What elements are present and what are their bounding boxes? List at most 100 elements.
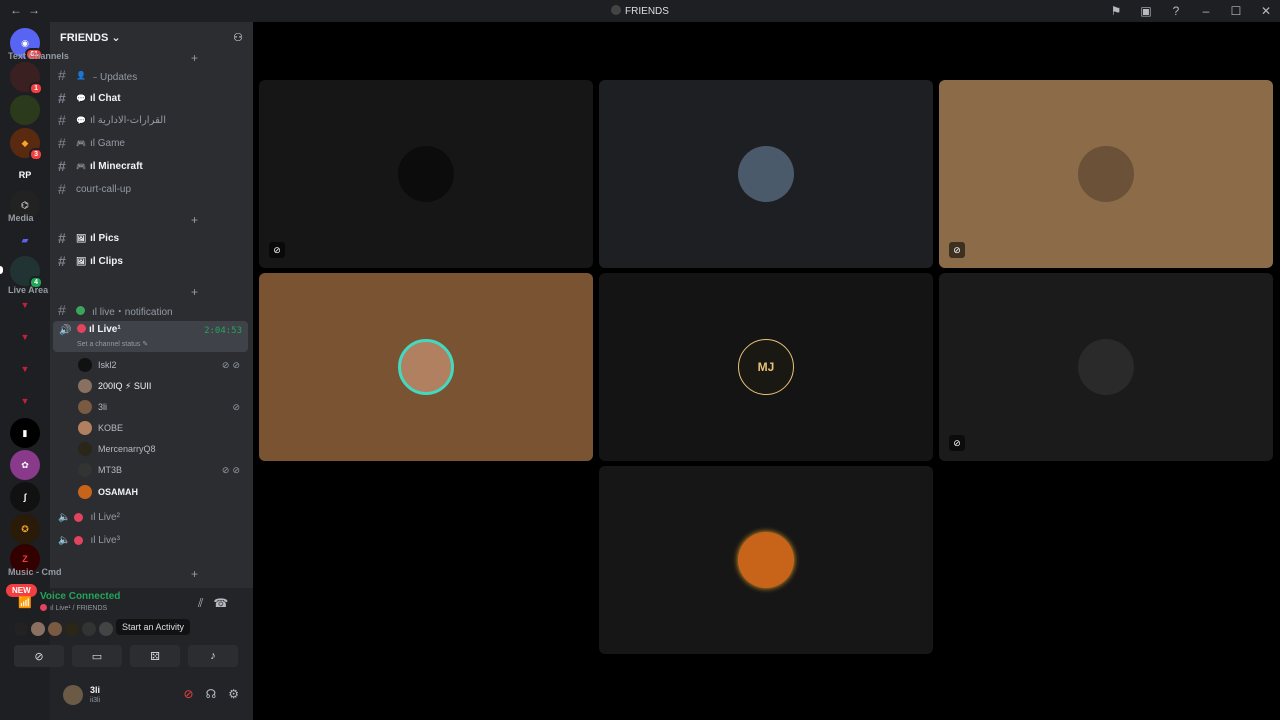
hash-icon: #: [58, 230, 66, 246]
mute-mic-icon[interactable]: ⊘: [184, 687, 194, 701]
add-channel-icon[interactable]: +: [191, 51, 198, 65]
speech-emoji-icon: 💬: [76, 93, 86, 103]
screen-share-button[interactable]: ▭: [72, 645, 122, 667]
avatar: [78, 358, 92, 372]
minimize-icon[interactable]: –: [1198, 3, 1214, 19]
server-icon[interactable]: 1: [10, 62, 43, 95]
channel-decisions[interactable]: # 💬 ıl القرارات-الادارية: [58, 112, 166, 128]
speaker-icon: 🔈: [58, 512, 71, 523]
screen-icon[interactable]: ▣: [1138, 3, 1154, 19]
camera-off-button[interactable]: ⊘: [14, 645, 64, 667]
server-icon-rp[interactable]: RP: [10, 160, 40, 190]
username: 3li: [90, 685, 101, 695]
signal-icon: 📶: [18, 597, 32, 609]
speaker-icon: 🔊: [59, 325, 72, 336]
voice-user[interactable]: KOBE: [78, 421, 243, 435]
avatar: [78, 379, 92, 393]
flag-icon[interactable]: ⚑: [1108, 3, 1124, 19]
avatar: [78, 485, 92, 499]
add-friend-icon[interactable]: ⚇: [233, 31, 243, 44]
channel-updates[interactable]: # 👤 ﹣Updates: [58, 67, 137, 83]
voice-user[interactable]: MercenarryQ8: [78, 442, 243, 456]
noise-suppression-icon[interactable]: ⫽: [198, 596, 213, 610]
participant-tile[interactable]: MJ: [599, 273, 933, 461]
muted-deafened-icon: ⊘⊘: [221, 359, 243, 370]
server-icon-heart[interactable]: ▼: [10, 354, 40, 384]
channel-court[interactable]: # court-call-up: [58, 181, 131, 197]
voice-user[interactable]: MT3B ⊘⊘: [78, 463, 243, 477]
red-dot-icon: [40, 604, 47, 611]
category-music[interactable]: Music - Cmd +: [8, 567, 198, 581]
voice-user[interactable]: Iskl2 ⊘⊘: [78, 358, 243, 372]
add-channel-icon[interactable]: +: [191, 213, 198, 227]
server-icon[interactable]: ▮: [10, 418, 40, 448]
participant-avatar: [738, 532, 794, 588]
participant-tile[interactable]: ⊘: [939, 80, 1273, 268]
hash-icon: #: [58, 135, 66, 151]
folder-icon[interactable]: ▰: [10, 225, 40, 255]
avatar[interactable]: [63, 685, 83, 705]
voice-stage: ⊘ ⊘ MJ ⊘: [253, 22, 1280, 720]
person-emoji-icon: 👤: [76, 70, 86, 80]
guild-header[interactable]: FRIENDS ⌄ ⚇: [50, 22, 253, 52]
add-channel-icon[interactable]: +: [191, 567, 198, 581]
voice-channel-live3[interactable]: 🔈 ıl Live³: [58, 535, 120, 546]
user-controls: ⊘ ☊ ⚙: [184, 687, 240, 701]
channel-clips[interactable]: # 🖼 ıl Clips: [58, 253, 123, 269]
soundboard-button[interactable]: ♪: [188, 645, 238, 667]
channel-game[interactable]: # 🎮 ıl Game: [58, 135, 125, 151]
participant-tile[interactable]: [599, 466, 933, 654]
tooltip: Start an Activity: [116, 619, 191, 635]
gamepad-emoji-icon: 🎮: [76, 161, 86, 171]
window-title-text: FRIENDS: [625, 6, 669, 17]
channel-minecraft[interactable]: # 🎮 ıl Minecraft: [58, 158, 143, 174]
server-icon[interactable]: ◆ 3: [10, 128, 43, 161]
server-icon-active[interactable]: 4: [10, 256, 43, 289]
disconnect-icon[interactable]: ☎: [213, 596, 238, 610]
channel-live-notification[interactable]: # ıl live・notification: [58, 302, 173, 318]
close-icon[interactable]: ✕: [1258, 3, 1274, 19]
muted-mic-icon: ⊘: [949, 242, 965, 258]
participant-tile[interactable]: ⊘: [939, 273, 1273, 461]
maximize-icon[interactable]: ☐: [1228, 3, 1244, 19]
speech-emoji-icon: 💬: [76, 115, 86, 125]
channel-chat[interactable]: # 💬 ıl Chat: [58, 90, 121, 106]
muted-icon: ⊘: [232, 401, 243, 412]
server-icon-heart[interactable]: ▼: [10, 386, 40, 416]
voice-user[interactable]: OSAMAH: [78, 485, 243, 499]
server-icon[interactable]: [10, 95, 40, 125]
activity-button[interactable]: ⚄: [130, 645, 180, 667]
avatar: [65, 622, 79, 636]
add-channel-icon[interactable]: +: [191, 285, 198, 299]
settings-gear-icon[interactable]: ⚙: [228, 687, 239, 701]
channel-status-input[interactable]: Set a channel status ✎: [77, 340, 148, 348]
participant-tile[interactable]: [259, 273, 593, 461]
participant-avatar: [1078, 339, 1134, 395]
participant-avatar: MJ: [738, 339, 794, 395]
voice-channel-live2[interactable]: 🔈 ıl Live²: [58, 512, 120, 523]
headphones-icon[interactable]: ☊: [206, 687, 217, 701]
voice-user[interactable]: 3li ⊘: [78, 400, 243, 414]
server-icon[interactable]: ✿: [10, 450, 40, 480]
participant-tile[interactable]: ⊘: [259, 80, 593, 268]
avatar: [78, 463, 92, 477]
hash-icon: #: [58, 158, 66, 174]
voice-channel-live1[interactable]: 🔊 ıl Live¹ 2:04:53 Set a channel status …: [53, 321, 248, 352]
muted-mic-icon: ⊘: [269, 242, 285, 258]
help-icon[interactable]: ?: [1168, 3, 1184, 19]
server-icon-heart[interactable]: ▼: [10, 322, 40, 352]
avatar: [78, 442, 92, 456]
server-icon[interactable]: ∫: [10, 482, 40, 512]
category-text-channels[interactable]: Text Channels +: [8, 51, 198, 65]
server-mini-icon: [611, 5, 622, 15]
call-duration: 2:04:53: [204, 326, 242, 336]
participant-tile[interactable]: [599, 80, 933, 268]
avatar: [99, 622, 113, 636]
voice-connected-label[interactable]: Voice Connected: [40, 591, 120, 602]
voice-user[interactable]: 200IQ ⚡ SUII: [78, 379, 243, 393]
category-live-area[interactable]: Live Area +: [8, 285, 198, 299]
category-media[interactable]: Media +: [8, 213, 198, 227]
green-dot-icon: [76, 305, 85, 315]
channel-pics[interactable]: # 🖼 ıl Pics: [58, 230, 119, 246]
server-icon[interactable]: ✪: [10, 514, 40, 544]
